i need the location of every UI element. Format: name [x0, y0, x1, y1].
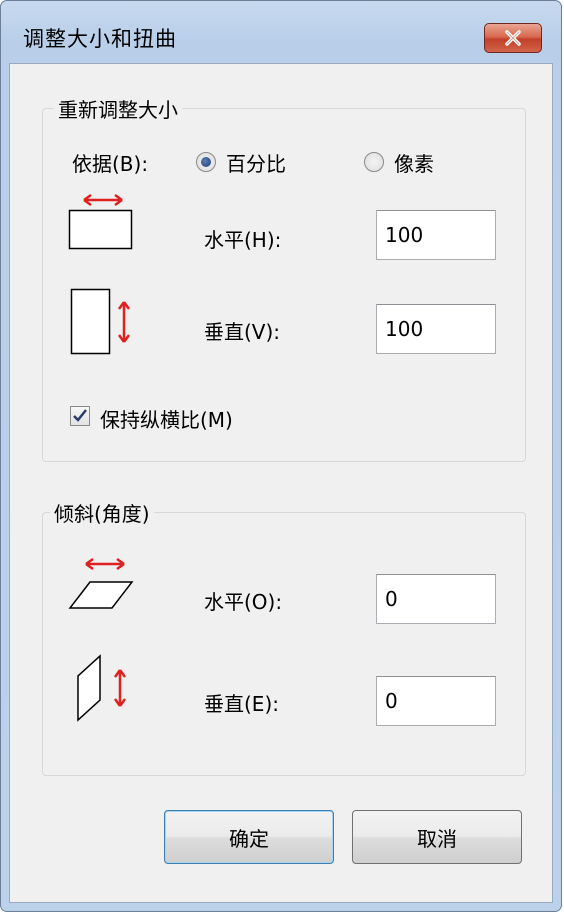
skew-horizontal-input[interactable]	[376, 574, 496, 624]
title-bar[interactable]: 调整大小和扭曲	[1, 1, 561, 63]
window-title: 调整大小和扭曲	[23, 27, 177, 51]
resize-vertical-input[interactable]	[376, 304, 496, 354]
skew-horizontal-label: 水平(O):	[204, 590, 283, 614]
keep-aspect-ratio-label[interactable]: 保持纵横比(M)	[100, 404, 233, 433]
resize-group-legend: 重新调整大小	[54, 94, 182, 123]
skew-vertical-label: 垂直(E):	[204, 692, 279, 716]
checkmark-icon	[73, 409, 87, 422]
resize-horizontal-input[interactable]	[376, 210, 496, 260]
cancel-button[interactable]: 取消	[352, 810, 522, 864]
skew-vertical-input[interactable]	[376, 676, 496, 726]
keep-aspect-ratio-checkbox[interactable]	[70, 406, 90, 426]
resize-by-label: 依据(B):	[72, 152, 149, 176]
resize-horizontal-label: 水平(H):	[204, 228, 282, 252]
skew-group-legend: 倾斜(角度)	[50, 498, 154, 527]
resize-horizontal-icon	[68, 193, 133, 250]
percent-radio[interactable]	[196, 152, 216, 172]
pixels-radio-label[interactable]: 像素	[394, 148, 434, 177]
dialog-window: 调整大小和扭曲 重新调整大小 依据(B): 百分比 像素 水平(H): 100 …	[0, 0, 562, 912]
resize-vertical-icon	[70, 288, 131, 355]
percent-radio-label[interactable]: 百分比	[226, 148, 286, 177]
pixels-radio[interactable]	[364, 152, 384, 172]
skew-horizontal-icon	[68, 557, 134, 609]
close-button[interactable]	[484, 23, 542, 53]
dialog-client-area: 重新调整大小 依据(B): 百分比 像素 水平(H): 垂直(V):	[9, 63, 553, 903]
skew-vertical-icon	[77, 654, 127, 722]
resize-vertical-label: 垂直(V):	[204, 320, 281, 344]
close-icon	[505, 30, 521, 46]
ok-button[interactable]: 确定	[164, 810, 334, 864]
